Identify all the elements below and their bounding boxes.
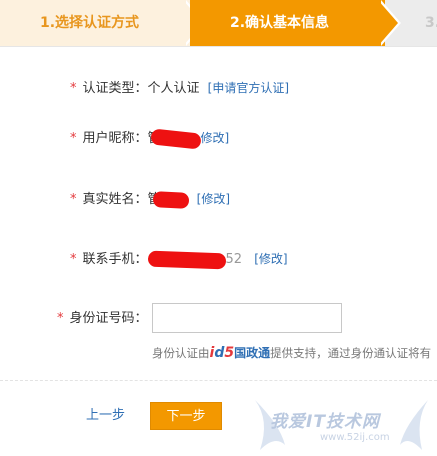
realname-edit-link[interactable]: [修改] [197, 192, 230, 206]
id-verify-hint: 身份认证由id5国政通提供支持，通过身份通认证将有 [152, 344, 431, 361]
next-step-button[interactable]: 下一步 [150, 402, 222, 430]
row-auth-type: * 认证类型：个人认证 [申请官方认证] [70, 78, 289, 98]
hint-prefix: 身份认证由 [152, 346, 210, 360]
auth-type-label: 认证类型： [82, 81, 148, 96]
watermark-url: www.52ij.com [320, 432, 390, 443]
row-nickname: *用户昵称：管修改] [70, 127, 230, 150]
realname-label: 真实姓名： [82, 192, 148, 207]
divider [0, 380, 437, 381]
step-choose-method: 1.选择认证方式 [0, 0, 190, 46]
required-mark: * [70, 131, 77, 146]
apply-official-link[interactable]: [申请官方认证] [208, 81, 289, 95]
watermark-text: 我爱IT技术网 [270, 412, 380, 432]
id5-logo: id5国政通 [209, 345, 271, 361]
row-phone: * 联系手机： 52 [修改] [70, 249, 288, 269]
required-mark: * [70, 81, 77, 96]
step-arrow [378, 0, 398, 46]
prev-step-link[interactable]: 上一步 [86, 404, 125, 423]
auth-type-value: 个人认证 [147, 81, 200, 96]
step-confirm-info: 2.确认基本信息 [190, 0, 385, 46]
step-label: 1.选择认证方式 [40, 15, 140, 31]
required-mark: * [70, 192, 77, 207]
required-mark: * [70, 252, 77, 267]
step-label: 3. [425, 15, 437, 31]
phone-label: 联系手机： [82, 252, 148, 267]
step-label: 2.确认基本信息 [230, 15, 330, 31]
nickname-label: 用户昵称： [82, 131, 148, 146]
row-id-number: * 身份证号码： [57, 309, 148, 329]
redaction-mark [147, 250, 226, 269]
row-realname: *真实姓名：管 [修改] [70, 189, 230, 209]
id-number-label: 身份证号码： [69, 311, 148, 326]
phone-edit-link[interactable]: [修改] [254, 252, 287, 266]
redaction-mark [152, 190, 189, 209]
step-bar: 1.选择认证方式 2.确认基本信息 3. [0, 0, 437, 47]
nickname-edit-link[interactable]: 修改] [201, 131, 230, 145]
required-mark: * [57, 311, 64, 326]
hint-suffix: 提供支持，通过身份通认证将有 [270, 346, 432, 360]
phone-value: 52 [225, 252, 243, 267]
id-number-input[interactable] [152, 303, 342, 333]
